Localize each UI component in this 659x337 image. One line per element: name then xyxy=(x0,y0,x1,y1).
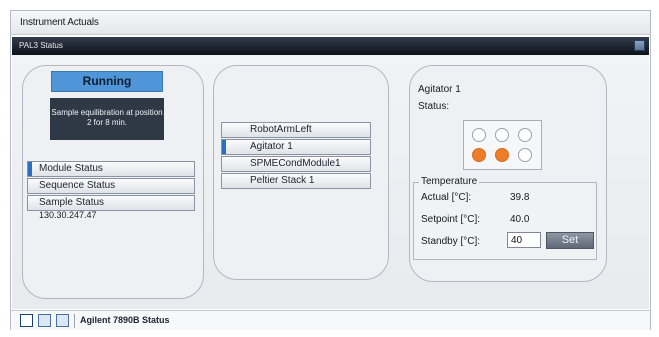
selected-indicator xyxy=(28,162,32,176)
well-2 xyxy=(495,128,509,142)
module-item-peltier-stack-1[interactable]: Peltier Stack 1 xyxy=(221,173,371,189)
module-item-agitator-1[interactable]: Agitator 1 xyxy=(221,139,371,155)
module-item-label: RobotArmLeft xyxy=(250,124,312,135)
window-view-icon[interactable] xyxy=(56,314,69,327)
title-bar: Instrument Actuals xyxy=(11,11,650,35)
module-item-robotarmleft[interactable]: RobotArmLeft xyxy=(221,122,371,138)
well-4 xyxy=(472,148,486,162)
agitator-name: Agitator 1 xyxy=(418,84,461,95)
sample-status-label: Sample Status xyxy=(39,197,105,208)
agitator-status-label: Status: xyxy=(418,101,450,112)
sample-status-button[interactable]: Sample Status xyxy=(27,195,195,211)
module-item-label: SPMECondModule1 xyxy=(250,158,341,169)
pal3-status-header: PAL3 Status xyxy=(12,37,649,55)
actual-value: 39.8 xyxy=(510,192,530,203)
stacked-view-icon[interactable] xyxy=(38,314,51,327)
panel-title: PAL3 Status xyxy=(19,41,63,50)
module-item-label: Peltier Stack 1 xyxy=(250,175,315,186)
set-button[interactable]: Set xyxy=(546,232,594,249)
single-view-icon[interactable] xyxy=(20,314,33,327)
selected-indicator xyxy=(222,140,226,154)
well-6 xyxy=(518,148,532,162)
agitator-tray xyxy=(463,120,542,170)
module-item-spmecondmodule1[interactable]: SPMECondModule1 xyxy=(221,156,371,172)
sequence-status-label: Sequence Status xyxy=(39,180,116,191)
status-message: Sample equilibration at position 2 for 8… xyxy=(50,98,164,140)
window-title: Instrument Actuals xyxy=(20,17,99,28)
well-3 xyxy=(518,128,532,142)
standby-label: Standby [°C]: xyxy=(421,236,481,247)
standby-temperature-input[interactable] xyxy=(507,232,541,248)
tab-divider xyxy=(74,314,75,328)
module-item-label: Agitator 1 xyxy=(250,141,293,152)
well-5 xyxy=(495,148,509,162)
instrument-actuals-window: Instrument Actuals PAL3 Status Running S… xyxy=(10,10,651,330)
setpoint-value: 40.0 xyxy=(510,214,530,225)
minimize-icon[interactable] xyxy=(634,40,645,51)
bottom-tab-bar: Agilent 7890B Status xyxy=(11,310,650,330)
temperature-title: Temperature xyxy=(419,176,480,187)
ip-address: 130.30.247.47 xyxy=(39,210,97,220)
module-status-button[interactable]: Module Status xyxy=(27,161,195,177)
module-status-label: Module Status xyxy=(39,163,103,174)
agilent-7890b-status-tab[interactable]: Agilent 7890B Status xyxy=(80,315,170,325)
running-state-badge: Running xyxy=(51,71,163,92)
actual-label: Actual [°C]: xyxy=(421,192,472,203)
well-1 xyxy=(472,128,486,142)
status-message-text: Sample equilibration at position 2 for 8… xyxy=(51,108,163,127)
sequence-status-button[interactable]: Sequence Status xyxy=(27,178,195,194)
setpoint-label: Setpoint [°C]: xyxy=(421,214,481,225)
